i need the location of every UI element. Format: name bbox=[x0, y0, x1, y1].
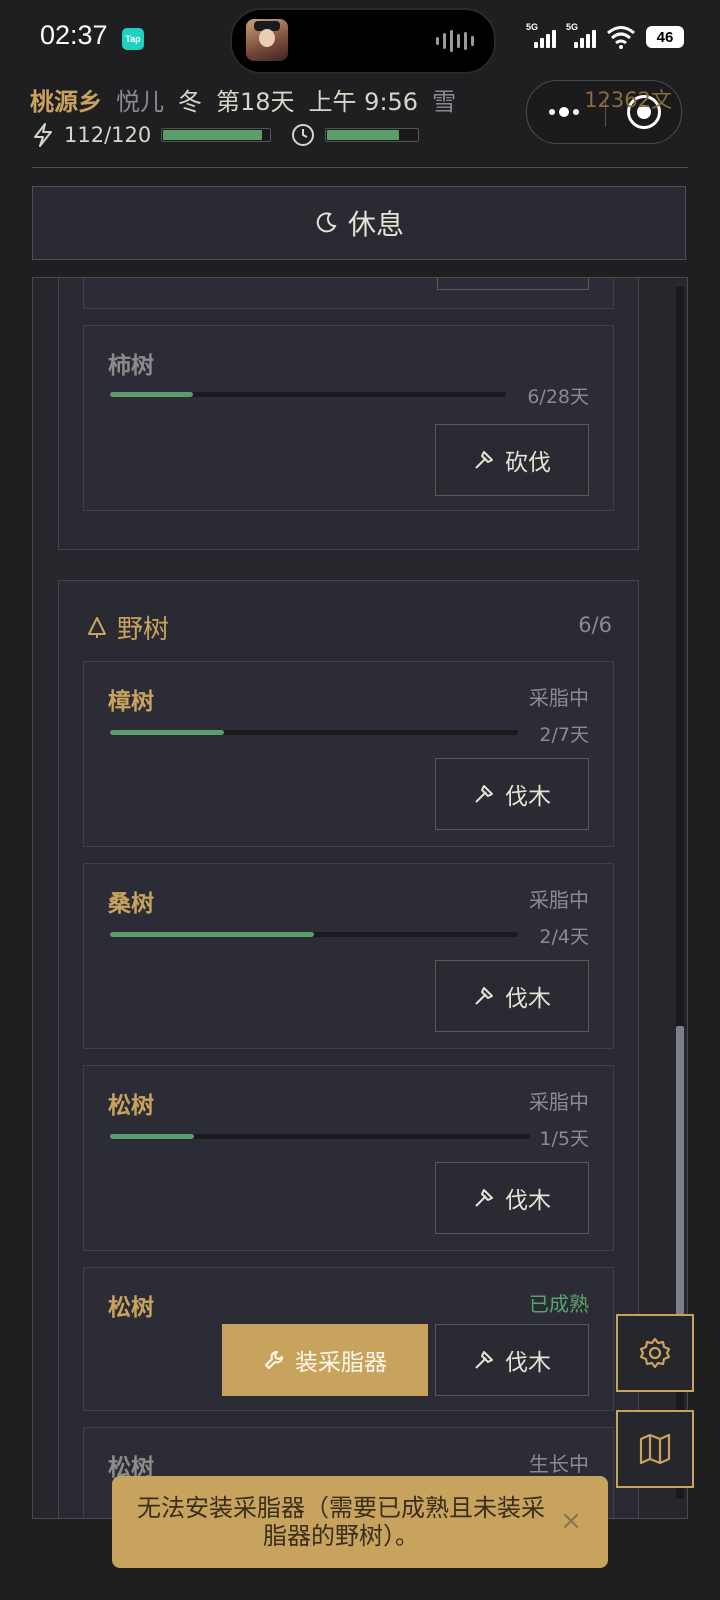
tree-list-panel[interactable]: 柿树 6/28天 砍伐 野树 6/6 樟树 采脂中 2/7天 伐木 桑树 采脂中… bbox=[32, 277, 688, 1519]
fell-button[interactable]: 伐木 bbox=[435, 960, 589, 1032]
wifi-icon bbox=[607, 26, 635, 49]
status-time: 02:37 bbox=[40, 20, 108, 50]
previous-action-button[interactable] bbox=[437, 278, 589, 290]
install-tapper-button[interactable]: 装采脂器 bbox=[222, 1324, 428, 1396]
map-icon bbox=[639, 1433, 671, 1465]
group-title: 野树 bbox=[85, 609, 169, 646]
status-indicators: 5G 5G 46 bbox=[526, 22, 684, 50]
wild-tree-group: 野树 6/6 樟树 采脂中 2/7天 伐木 桑树 采脂中 2/4天 伐木 松树 … bbox=[58, 580, 639, 1518]
header-divider bbox=[32, 167, 688, 168]
player-name: 悦儿 bbox=[116, 88, 164, 116]
toast-close-button[interactable]: × bbox=[560, 1506, 582, 1536]
chop-button[interactable]: 砍伐 bbox=[435, 424, 589, 496]
axe-icon bbox=[475, 785, 493, 803]
axe-icon bbox=[475, 987, 493, 1005]
tapping-progress bbox=[110, 730, 518, 735]
scrollbar-thumb[interactable] bbox=[676, 1026, 684, 1326]
growth-days: 6/28天 bbox=[527, 386, 589, 408]
tree-name: 柿树 bbox=[108, 353, 154, 379]
battery-icon: 46 bbox=[646, 26, 684, 48]
gear-icon bbox=[639, 1337, 671, 1369]
cellular-signal-icon: 5G bbox=[526, 22, 556, 50]
tree-status: 采脂中 bbox=[529, 686, 589, 710]
axe-icon bbox=[475, 1189, 493, 1207]
tree-name: 松树 bbox=[108, 1295, 154, 1321]
taptap-app-icon: Tap bbox=[122, 28, 144, 50]
tree-status: 采脂中 bbox=[529, 1090, 589, 1114]
fell-label: 伐木 bbox=[505, 986, 551, 1012]
map-button[interactable] bbox=[616, 1410, 694, 1488]
moon-icon bbox=[316, 212, 337, 233]
wrench-icon bbox=[265, 1351, 283, 1369]
group-title-text: 野树 bbox=[117, 615, 170, 645]
tapping-days: 2/4天 bbox=[539, 926, 589, 948]
stamina-bar bbox=[161, 128, 272, 142]
growth-progress bbox=[110, 392, 506, 397]
tree-icon bbox=[88, 616, 106, 638]
axe-icon bbox=[475, 451, 493, 469]
clock-label: 上午 9:56 bbox=[308, 88, 419, 116]
stamina-value: 112/120 bbox=[64, 123, 152, 147]
season-label: 冬 bbox=[178, 88, 202, 116]
tapping-days: 2/7天 bbox=[539, 724, 589, 746]
stats-row: 112/120 bbox=[32, 122, 420, 148]
tree-status: 已成熟 bbox=[529, 1292, 589, 1316]
tapping-days: 1/5天 bbox=[539, 1128, 589, 1150]
toast-notification: 无法安装采脂器（需要已成熟且未装采脂器的野树）。 × bbox=[112, 1476, 608, 1568]
tree-card: 桑树 采脂中 2/4天 伐木 bbox=[83, 863, 614, 1049]
chop-label: 砍伐 bbox=[505, 450, 551, 476]
now-playing-avatar bbox=[246, 19, 288, 61]
cellular-signal-icon-2: 5G bbox=[566, 22, 596, 50]
clock-icon bbox=[292, 124, 315, 146]
fell-button[interactable]: 伐木 bbox=[435, 758, 589, 830]
game-header-info: 桃源乡 悦儿 冬 第18天 上午 9:56 雪 bbox=[30, 82, 456, 117]
fell-button[interactable]: 伐木 bbox=[435, 1324, 589, 1396]
tree-name: 松树 bbox=[108, 1093, 154, 1119]
fell-label: 伐木 bbox=[505, 1188, 551, 1214]
dynamic-island[interactable] bbox=[230, 8, 496, 74]
weather-label: 雪 bbox=[432, 88, 457, 116]
time-bar bbox=[325, 128, 420, 142]
tree-card: 松树 已成熟 装采脂器 伐木 bbox=[83, 1267, 614, 1411]
axe-icon bbox=[475, 1351, 493, 1369]
tapping-progress bbox=[110, 1134, 530, 1139]
fell-label: 伐木 bbox=[505, 1350, 551, 1376]
more-menu-icon[interactable] bbox=[549, 101, 585, 123]
orchard-group: 柿树 6/28天 砍伐 bbox=[58, 278, 639, 550]
fell-button[interactable]: 伐木 bbox=[435, 1162, 589, 1234]
toast-message: 无法安装采脂器（需要已成熟且未装采脂器的野树）。 bbox=[137, 1494, 545, 1550]
rest-button[interactable]: 休息 bbox=[32, 186, 686, 260]
lightning-icon bbox=[34, 123, 52, 147]
audio-wave-icon bbox=[436, 30, 476, 52]
rest-label: 休息 bbox=[347, 208, 404, 241]
tree-name: 桑树 bbox=[108, 891, 154, 917]
group-count: 6/6 bbox=[578, 613, 612, 637]
coin-balance: 12362文 bbox=[584, 88, 672, 112]
tapping-progress bbox=[110, 932, 518, 937]
tree-status: 生长中 bbox=[529, 1452, 589, 1476]
fell-label: 伐木 bbox=[505, 784, 551, 810]
tree-card: 柿树 6/28天 砍伐 bbox=[83, 325, 614, 511]
tree-card-previous bbox=[83, 278, 614, 309]
settings-button[interactable] bbox=[616, 1314, 694, 1392]
tree-status: 采脂中 bbox=[529, 888, 589, 912]
village-name: 桃源乡 bbox=[30, 88, 102, 116]
install-tapper-label: 装采脂器 bbox=[295, 1350, 387, 1376]
tree-card: 樟树 采脂中 2/7天 伐木 bbox=[83, 661, 614, 847]
day-label: 第18天 bbox=[216, 88, 295, 116]
tree-name: 樟树 bbox=[108, 689, 154, 715]
tree-card: 松树 采脂中 1/5天 伐木 bbox=[83, 1065, 614, 1251]
